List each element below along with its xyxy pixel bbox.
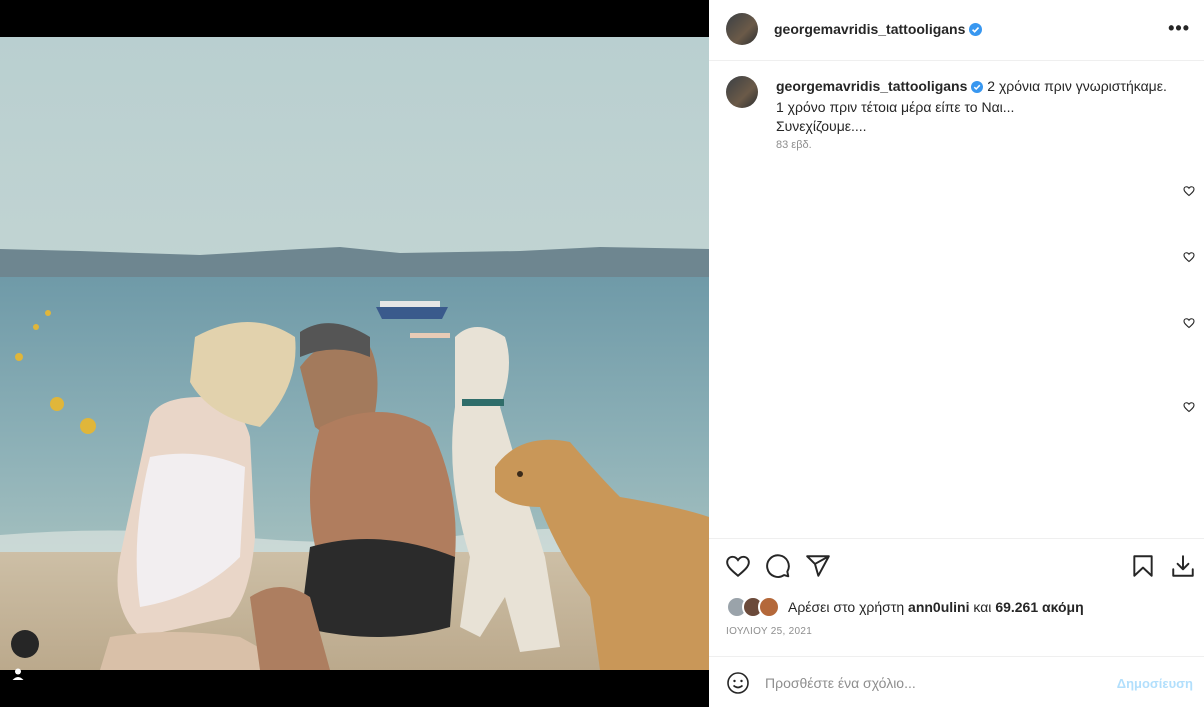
caption-line-1: 2 χρόνια πριν γνωριστήκαμε. [987, 78, 1167, 94]
post-header: georgemavridis_tattooligans ••• [709, 0, 1204, 61]
likes-count[interactable]: 69.261 ακόμη [995, 599, 1083, 615]
likes-summary[interactable]: Αρέσει στο χρήστη ann0ulini και 69.261 α… [726, 596, 1084, 618]
comment-like-heart-icon[interactable] [1183, 251, 1195, 263]
caption-avatar[interactable] [726, 76, 758, 108]
comment-bar: Προσθέστε ένα σχόλιο... Δημοσίευση [709, 656, 1204, 708]
download-icon[interactable] [1170, 553, 1196, 579]
caption-line-2: 1 χρόνο πριν τέτοια μέρα είπε το Ναι... [776, 99, 1015, 115]
likes-user[interactable]: ann0ulini [908, 599, 969, 615]
send-icon[interactable] [805, 553, 831, 579]
liker-avatar [758, 596, 780, 618]
post-date[interactable]: ΙΟΥΛΙΟΥ 25, 2021 [726, 626, 812, 637]
comment-like-heart-icon[interactable] [1183, 185, 1195, 197]
comment-input[interactable]: Προσθέστε ένα σχόλιο... [765, 675, 916, 691]
comment-like-heart-icon[interactable] [1183, 317, 1195, 329]
caption-timestamp: 83 εβδ. [776, 139, 812, 151]
more-options-icon[interactable]: ••• [1168, 18, 1190, 39]
post-sidebar: georgemavridis_tattooligans ••• georgema… [709, 0, 1204, 707]
likes-and: και [973, 599, 992, 615]
caption-username[interactable]: georgemavridis_tattooligans [776, 78, 967, 94]
caption-line-3: Συνεχίζουμε.... [776, 118, 867, 134]
comment-icon[interactable] [765, 553, 791, 579]
user-tag-icon[interactable] [11, 630, 39, 680]
post-photo [0, 37, 709, 670]
likes-text: Αρέσει στο χρήστη ann0ulini και 69.261 α… [788, 599, 1084, 615]
post-media[interactable] [0, 0, 709, 707]
caption: georgemavridis_tattooligans 2 χρόνια πρι… [776, 77, 1176, 136]
author-username[interactable]: georgemavridis_tattooligans [774, 21, 965, 37]
bookmark-icon[interactable] [1130, 553, 1156, 579]
verified-badge-icon [969, 23, 983, 41]
likes-prefix: Αρέσει στο χρήστη [788, 599, 905, 615]
post-comment-button[interactable]: Δημοσίευση [1117, 676, 1193, 691]
heart-icon[interactable] [725, 553, 751, 579]
author-avatar[interactable] [726, 13, 758, 45]
verified-badge-icon [971, 79, 984, 98]
comment-like-heart-icon[interactable] [1183, 401, 1195, 413]
emoji-icon[interactable] [726, 671, 750, 695]
